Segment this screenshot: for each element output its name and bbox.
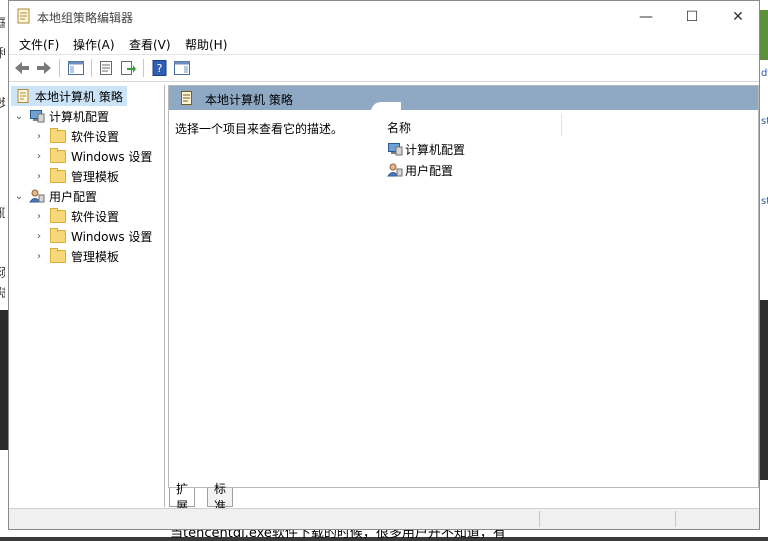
console-tree: 本地计算机 策略 ⌄ 计算机配置 › 软件设置 › Windows 设置 › 管… (9, 85, 165, 507)
menu-action[interactable]: 操作(A) (73, 36, 115, 53)
tree-node-computer-admin-templates[interactable]: › 管理模板 (33, 166, 119, 186)
list-item-user-config[interactable]: 用户配置 (387, 160, 453, 180)
toolbar-separator (91, 59, 92, 77)
tree-node-computer-windows-settings[interactable]: › Windows 设置 (33, 146, 152, 166)
desktop-background-right-dark (760, 300, 768, 480)
chevron-down-icon[interactable]: ⌄ (13, 111, 25, 122)
chevron-right-icon[interactable]: › (33, 211, 45, 222)
background-edge-text: st (761, 196, 768, 207)
folder-icon (50, 147, 66, 163)
list-item-computer-config[interactable]: 计算机配置 (387, 139, 465, 159)
tree-node-label: 软件设置 (71, 129, 120, 144)
menu-file[interactable]: 文件(F) (19, 36, 59, 53)
tree-node-user-software-settings[interactable]: › 软件设置 (33, 206, 119, 226)
background-edge-text: 国 (0, 14, 5, 31)
tree-node-label: 管理模板 (71, 249, 120, 264)
status-bar-divider (675, 511, 676, 527)
chevron-right-icon[interactable]: › (33, 131, 45, 142)
desktop-background-left-dark (0, 310, 8, 450)
computer-icon (388, 143, 403, 156)
properties-icon[interactable] (97, 59, 115, 77)
description-text: 选择一个项目来查看它的描述。 (175, 122, 344, 136)
show-action-pane-icon[interactable] (173, 59, 191, 77)
result-pane-header: 本地计算机 策略 (169, 86, 758, 110)
chevron-right-icon[interactable]: › (33, 151, 45, 162)
folder-icon (50, 127, 66, 143)
chevron-down-icon[interactable]: ⌄ (13, 191, 25, 202)
background-edge-text: 步 (0, 94, 5, 111)
list-item-label: 用户配置 (405, 163, 454, 178)
show-hide-console-tree-icon[interactable] (67, 59, 85, 77)
policy-document-icon (17, 8, 30, 24)
maximize-icon: ☐ (685, 8, 699, 25)
chevron-right-icon[interactable]: › (33, 251, 45, 262)
status-bar (9, 508, 759, 529)
background-edge-text: 犯 (0, 204, 5, 221)
menu-view[interactable]: 查看(V) (129, 36, 171, 53)
folder-icon (50, 207, 66, 223)
tree-node-label: 计算机配置 (49, 109, 110, 124)
maximize-button[interactable]: ☐ (669, 1, 715, 32)
tree-node-user-admin-templates[interactable]: › 管理模板 (33, 246, 119, 266)
tab-extended[interactable]: 扩展 (169, 482, 196, 513)
user-icon (29, 189, 45, 203)
column-header-name[interactable]: 名称 (387, 119, 411, 136)
title-bar[interactable]: 本地组策略编辑器 — ☐ ✕ (9, 1, 759, 32)
close-icon: ✕ (732, 8, 744, 25)
background-edge-text: st (761, 116, 768, 127)
tree-node-user-windows-settings[interactable]: › Windows 设置 (33, 226, 152, 246)
result-pane: 本地计算机 策略 选择一个项目来查看它的描述。 名称 计算机配置 用户配置 (168, 85, 759, 488)
tree-node-user-config[interactable]: ⌄ 用户配置 (13, 186, 97, 206)
folder-icon (50, 227, 66, 243)
computer-icon (30, 110, 45, 123)
gpedit-window: 本地组策略编辑器 — ☐ ✕ 文件(F) 操作(A) 查看(V) 帮助(H) ?… (8, 0, 760, 530)
tree-node-computer-config[interactable]: ⌄ 计算机配置 (13, 106, 109, 126)
background-edge-text: 利 (0, 44, 5, 61)
tree-node-label: 管理模板 (71, 169, 120, 184)
toolbar: ? (9, 54, 759, 82)
result-pane-title: 本地计算机 策略 (205, 93, 293, 107)
list-item-label: 计算机配置 (405, 142, 466, 157)
tree-node-local-computer-policy[interactable]: 本地计算机 策略 (11, 86, 127, 106)
background-edge-text: 须 (0, 264, 5, 281)
chevron-right-icon[interactable]: › (33, 231, 45, 242)
policy-document-icon (17, 89, 29, 103)
folder-icon (50, 247, 66, 263)
tree-node-label: 用户配置 (49, 189, 98, 204)
toolbar-separator (59, 59, 60, 77)
forward-arrow-icon[interactable] (35, 59, 53, 77)
background-edge-text: 陆 (0, 284, 5, 301)
desktop-background-right-green (760, 10, 768, 60)
minimize-icon: — (639, 8, 653, 25)
back-arrow-icon[interactable] (13, 59, 31, 77)
tree-node-label: 软件设置 (71, 209, 120, 224)
menu-bar: 文件(F) 操作(A) 查看(V) 帮助(H) (9, 32, 759, 54)
policy-document-icon (181, 91, 192, 105)
menu-help[interactable]: 帮助(H) (185, 36, 227, 53)
tree-node-label: Windows 设置 (71, 229, 153, 244)
close-button[interactable]: ✕ (715, 1, 759, 32)
chevron-right-icon[interactable]: › (33, 171, 45, 182)
status-bar-divider (539, 511, 540, 527)
toolbar-separator (143, 59, 144, 77)
tab-standard[interactable]: 标准 (207, 482, 234, 513)
export-list-icon[interactable] (119, 59, 137, 77)
minimize-button[interactable]: — (623, 1, 669, 32)
tree-node-label: 本地计算机 策略 (35, 89, 123, 104)
help-icon[interactable]: ? (151, 59, 169, 77)
svg-text:?: ? (157, 62, 163, 75)
column-separator[interactable] (561, 114, 562, 136)
window-title: 本地组策略编辑器 (37, 11, 134, 25)
folder-icon (50, 167, 66, 183)
background-edge-text: df (761, 68, 768, 79)
tree-node-computer-software-settings[interactable]: › 软件设置 (33, 126, 119, 146)
tree-node-label: Windows 设置 (71, 149, 153, 164)
user-icon (387, 163, 403, 177)
